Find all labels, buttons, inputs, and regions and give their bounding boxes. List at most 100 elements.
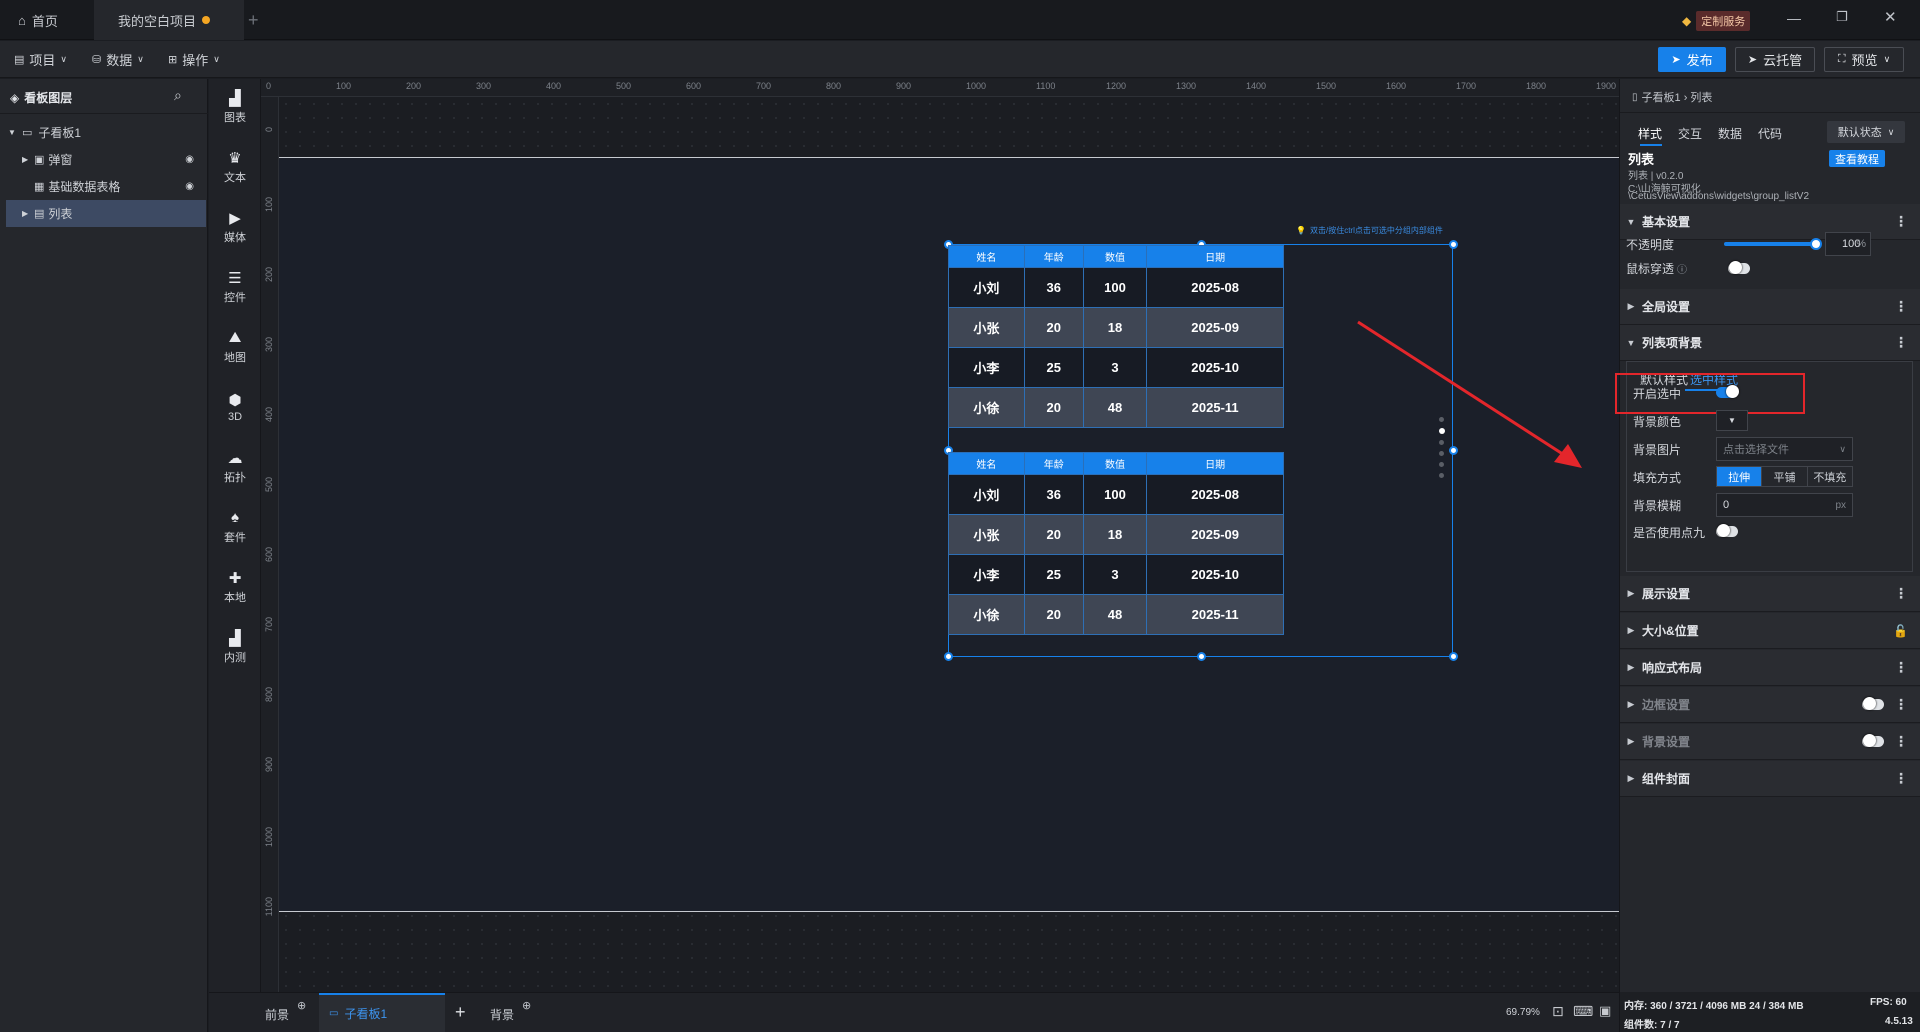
bg-blur-label: 背景模糊 [1633,498,1682,513]
title-bar: ⌂ 首页 我的空白项目 + ◆ 定制服务 — ❐ ✕ [0,0,1920,40]
layer-item-popup[interactable]: ▶ ▣ 弹窗 ◉ [6,146,206,173]
tool-media[interactable]: ▶ 媒体 [209,199,261,255]
tool-control[interactable]: ☰ 控件 [209,259,261,315]
close-icon[interactable]: ✕ [1884,8,1897,26]
fill-mode-segment[interactable]: 拉伸 平铺 不填充 [1716,466,1853,487]
tab-back[interactable]: 背景 [490,1006,514,1023]
publish-button[interactable]: ➤ 发布 [1658,47,1726,72]
tool-text[interactable]: ♛ 文本 [209,139,261,195]
bg-color-picker[interactable]: ▼ [1716,410,1748,431]
opacity-input[interactable]: 100 % [1825,232,1871,256]
bg-image-select[interactable]: 点击选择文件 ∨ [1716,437,1853,461]
background-toggle[interactable] [1862,734,1884,747]
table-row[interactable]: 小张 20 18 2025-09 [948,307,1284,348]
table-row[interactable]: 小刘 36 100 2025-08 [948,474,1284,515]
resize-handle[interactable] [1449,652,1458,661]
tool-chart[interactable]: ▟ 图表 [209,79,261,135]
mouse-through-toggle[interactable] [1728,261,1750,274]
tool-beta[interactable]: ▟ 内测 [209,619,261,675]
help-icon[interactable]: ⓘ [1677,261,1687,276]
tab-interaction[interactable]: 交互 [1678,125,1718,142]
fill-stretch[interactable]: 拉伸 [1717,467,1762,486]
zoom-level[interactable]: 69.79% [1506,1007,1540,1018]
property-panel: ▯ 子看板1 › 列表 样式 交互 数据 代码 默认状态 ∨ 列表 查看教程 列… [1615,79,1920,1032]
layer-item-table[interactable]: ▦ 基础数据表格 ◉ [6,173,206,200]
tab-sub-board[interactable]: ▭ 子看板1 [319,993,445,1032]
tab-home[interactable]: ⌂ 首页 [18,0,88,40]
cloud-button[interactable]: ➤ 云托管 [1735,47,1815,72]
minimize-icon[interactable]: — [1787,10,1801,26]
table-row[interactable]: 小张 20 18 2025-09 [948,514,1284,555]
custom-service-button[interactable]: ◆ 定制服务 [1682,11,1751,31]
tool-3d[interactable]: ⬢ 3D [209,379,261,435]
resize-handle[interactable] [1449,240,1458,249]
more-icon[interactable]: ⋮ [1894,733,1908,750]
more-icon[interactable]: ⋮ [1894,298,1908,315]
fill-none[interactable]: 不填充 [1806,467,1852,486]
list-table-1[interactable]: 姓名 年龄 数值 日期 小刘 36 100 2025-08 小张 20 18 2025-09… [948,245,1284,428]
resize-handle[interactable] [944,652,953,661]
more-icon[interactable]: ⋮ [1894,213,1908,230]
more-icon[interactable]: ⋮ [1894,585,1908,602]
section-item-bg[interactable]: ▼ 列表项背景 ⋮ [1620,325,1920,361]
bg-blur-input[interactable]: 0 px [1716,493,1853,517]
section-responsive[interactable]: ▶ 响应式布局 ⋮ [1620,650,1920,686]
table-row[interactable]: 小李 25 3 2025-10 [948,347,1284,388]
add-circle-icon[interactable]: ⊕ [522,999,531,1012]
tab-data[interactable]: 数据 [1718,125,1758,142]
hidden-eye-icon[interactable]: ◉ [185,181,194,192]
active-tab-indicator [1640,144,1662,146]
tool-local[interactable]: ✚ 本地 [209,559,261,615]
state-select[interactable]: 默认状态 ∨ [1827,121,1905,143]
section-size-position[interactable]: ▶ 大小&位置 🔓 [1620,613,1920,649]
add-board-button[interactable]: + [455,1002,466,1023]
table-row[interactable]: 小李 25 3 2025-10 [948,554,1284,595]
hidden-eye-icon[interactable]: ◉ [185,154,194,165]
enable-select-label: 开启选中 [1633,386,1682,401]
section-display[interactable]: ▶ 展示设置 ⋮ [1620,576,1920,612]
nine-slice-toggle[interactable] [1716,524,1738,537]
fit-screen-icon[interactable]: ⊡ [1552,1003,1564,1020]
restore-icon[interactable]: ❐ [1836,9,1848,25]
more-icon[interactable]: ⋮ [1894,696,1908,713]
more-icon[interactable]: ⋮ [1894,334,1908,351]
tab-front[interactable]: 前景 [265,1006,289,1023]
table-row[interactable]: 小徐 20 48 2025-11 [948,594,1284,635]
add-circle-icon[interactable]: ⊕ [297,999,306,1012]
layer-item-board[interactable]: ▼ ▭ 子看板1 [6,119,206,146]
table-row[interactable]: 小刘 36 100 2025-08 [948,267,1284,308]
layer-item-list[interactable]: ▶ ▤ 列表 [6,200,206,227]
table-row[interactable]: 小徐 20 48 2025-11 [948,387,1284,428]
resize-handle[interactable] [1197,652,1206,661]
new-tab-button[interactable]: + [248,0,268,40]
section-global[interactable]: ▶ 全局设置 ⋮ [1620,289,1920,325]
search-icon[interactable]: ⌕ [174,87,182,104]
terminal-icon[interactable]: ▣ [1599,1003,1611,1019]
tool-map[interactable]: ⛰ 地图 [209,319,261,375]
tutorial-button[interactable]: 查看教程 [1829,150,1885,167]
tab-style[interactable]: 样式 [1638,125,1678,142]
lock-icon[interactable]: 🔓 [1893,624,1908,638]
border-toggle[interactable] [1862,697,1884,710]
list-table-2[interactable]: 姓名 年龄 数值 日期 小刘 36 100 2025-08 小张 20 18 2025-09… [948,452,1284,635]
section-cover[interactable]: ▶ 组件封面 ⋮ [1620,761,1920,797]
tab-code[interactable]: 代码 [1758,125,1798,142]
section-border[interactable]: ▶ 边框设置 ⋮ [1620,687,1920,723]
keyboard-icon[interactable]: ⌨ [1573,1003,1593,1020]
tool-suite[interactable]: ♠ 套件 [209,499,261,555]
section-background[interactable]: ▶ 背景设置 ⋮ [1620,724,1920,760]
preview-button[interactable]: ⛶ 预览 ∨ [1824,47,1904,72]
tab-project[interactable]: 我的空白项目 [94,0,244,40]
canvas-area[interactable]: 💡 双击/按住ctrl点击可选中分组内部组件 姓名 年龄 数值 日期 小刘 36 1… [279,97,1619,992]
opacity-slider-thumb[interactable] [1810,238,1822,250]
opacity-slider[interactable] [1724,242,1816,246]
table-header: 数值 [1082,245,1148,268]
enable-select-toggle[interactable] [1716,385,1739,398]
more-icon[interactable]: ⋮ [1894,659,1908,676]
menu-ops[interactable]: ⊞ 操作 ∨ [168,41,220,78]
menu-data[interactable]: ⛁ 数据 ∨ [92,41,144,78]
fill-tile[interactable]: 平铺 [1761,467,1806,486]
more-icon[interactable]: ⋮ [1894,770,1908,787]
menu-project[interactable]: ▤ 项目 ∨ [14,41,67,78]
tool-topology[interactable]: ☁ 拓扑 [209,439,261,495]
